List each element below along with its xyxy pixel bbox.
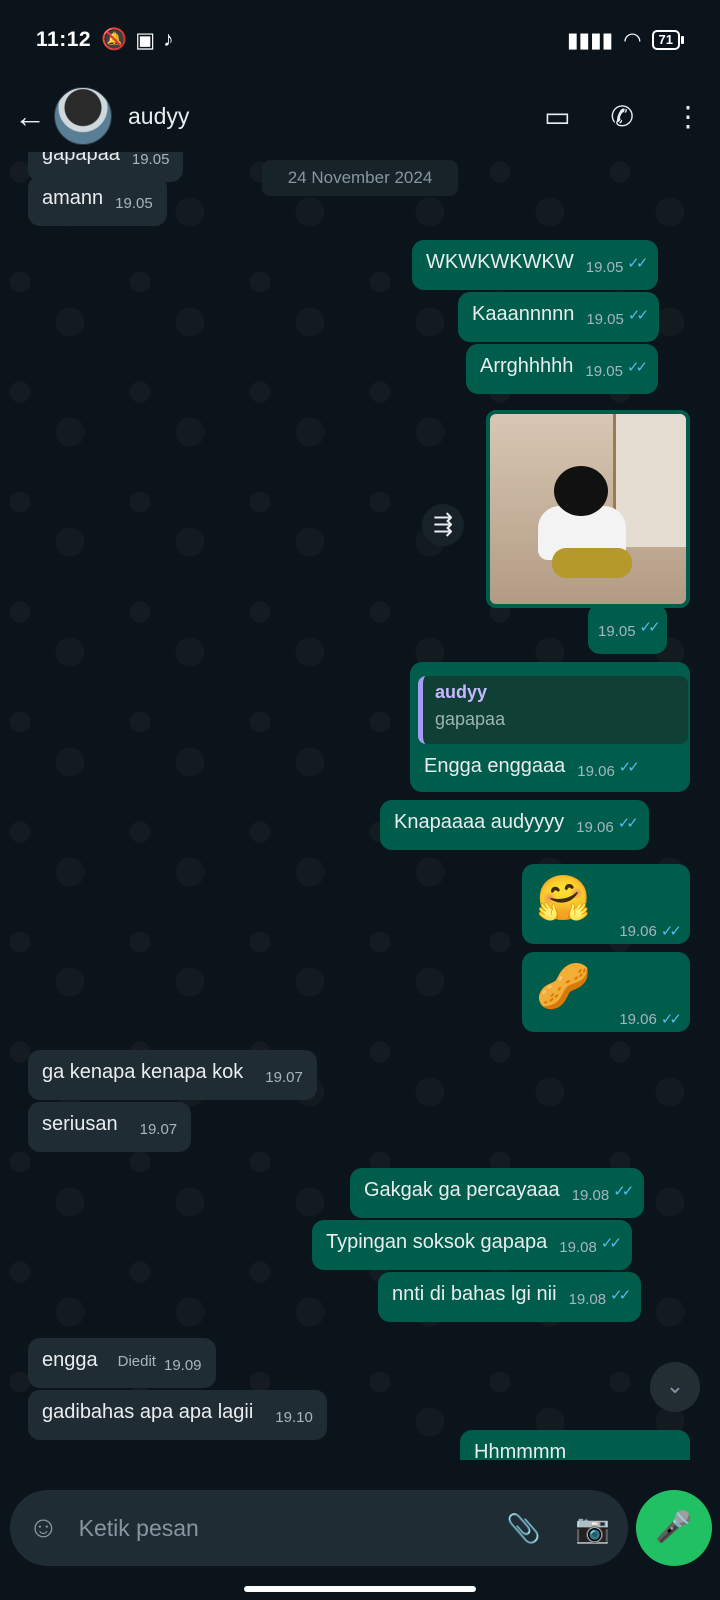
forward-icon[interactable]: ⇶ — [422, 504, 464, 546]
contact-avatar[interactable] — [54, 87, 112, 145]
tiktok-icon: ♪ — [163, 28, 174, 51]
message-in[interactable]: seriusan 19.07 — [28, 1102, 192, 1152]
edited-label: Diedit — [117, 1353, 156, 1370]
scroll-down-icon[interactable]: ⌄ — [650, 1362, 700, 1412]
hugging-face-emoji: 🤗 — [536, 874, 591, 923]
home-indicator[interactable] — [244, 1586, 476, 1592]
message-in[interactable]: amann 19.05 — [28, 176, 167, 226]
mic-icon[interactable]: 🎤 — [636, 1490, 712, 1566]
read-ticks-icon: ✓✓ — [627, 255, 648, 272]
mute-bell-icon: 🔕 — [101, 28, 128, 51]
quoted-reply[interactable]: audyy gapapaa — [418, 676, 688, 744]
message-out[interactable]: Knapaaaa audyyyy 19.06 ✓✓ — [380, 800, 649, 850]
read-ticks-icon: ✓✓ — [600, 1235, 622, 1252]
voice-call-icon[interactable]: ✆ — [611, 100, 634, 133]
chat-header: ← audyy ▭ ✆ ⋮ — [0, 80, 720, 152]
reply-message-text: Engga enggaaa 19.06 ✓✓ — [424, 755, 640, 780]
message-in[interactable]: gadibahas apa apa lagii 19.10 — [28, 1390, 327, 1440]
message-out[interactable]: WKWKWKWKW 19.05 ✓✓ — [412, 240, 659, 290]
read-ticks-icon: ✓✓ — [660, 923, 682, 940]
read-ticks-icon: ✓✓ — [617, 815, 639, 832]
signal-icon: ▮▮▮▮ — [566, 28, 614, 52]
read-ticks-icon: ✓✓ — [627, 307, 649, 324]
message-out[interactable]: Gakgak ga percayaaa 19.08 ✓✓ — [350, 1168, 645, 1218]
message-composer: ☺ 📎 📷 — [10, 1490, 628, 1566]
message-out[interactable]: Kaaannnnn 19.05 ✓✓ — [458, 292, 660, 342]
image-message[interactable] — [486, 410, 690, 608]
video-call-icon[interactable]: ▭ — [544, 100, 570, 133]
emoji-message[interactable]: 🥜 19.06 ✓✓ — [522, 952, 690, 1032]
read-ticks-icon: ✓✓ — [613, 1183, 634, 1200]
message-out[interactable]: nnti di bahas lgi nii 19.08 ✓✓ — [378, 1272, 642, 1322]
battery-indicator: 71 — [651, 30, 685, 50]
message-input[interactable] — [76, 1513, 461, 1543]
read-ticks-icon: ✓✓ — [639, 619, 661, 636]
status-time: 11:12 — [36, 28, 92, 51]
message-out[interactable]: Hhmmmm — [460, 1430, 690, 1460]
image-message-meta: 19.05 ✓✓ — [588, 604, 667, 654]
read-ticks-icon: ✓✓ — [610, 1287, 631, 1304]
attach-icon[interactable]: 📎 — [506, 1512, 541, 1545]
read-ticks-icon: ✓✓ — [626, 359, 648, 376]
emoji-icon[interactable]: ☺ — [28, 1511, 59, 1545]
wifi-icon: ◠ — [623, 28, 642, 52]
message-out[interactable]: Arrghhhhh 19.05 ✓✓ — [466, 344, 659, 394]
read-ticks-icon: ✓✓ — [618, 759, 640, 776]
date-separator: 24 November 2024 — [262, 160, 458, 196]
message-in[interactable]: ga kenapa kenapa kok 19.07 — [28, 1050, 317, 1100]
peanuts-emoji: 🥜 — [536, 962, 591, 1011]
read-ticks-icon: ✓✓ — [660, 1011, 682, 1028]
camera-icon[interactable]: 📷 — [575, 1512, 610, 1545]
contact-name[interactable]: audyy — [128, 103, 189, 130]
message-out[interactable]: Typingan soksok gapapa 19.08 ✓✓ — [312, 1220, 632, 1270]
linkedin-icon: ▣ — [135, 28, 156, 52]
gesture-nav-bar — [0, 1572, 720, 1600]
back-arrow-icon[interactable]: ← — [12, 98, 48, 135]
emoji-message[interactable]: 🤗 19.06 ✓✓ — [522, 864, 690, 944]
menu-icon[interactable]: ⋮ — [674, 100, 702, 133]
chat-area[interactable]: gapapaa 19.05 24 November 2024 amann 19.05… — [0, 152, 720, 1460]
message-in[interactable]: engga Diedit 19.09 — [28, 1338, 216, 1388]
status-bar: 11:12 🔕 ▣ ♪ ▮▮▮▮ ◠ 71 — [0, 0, 720, 80]
